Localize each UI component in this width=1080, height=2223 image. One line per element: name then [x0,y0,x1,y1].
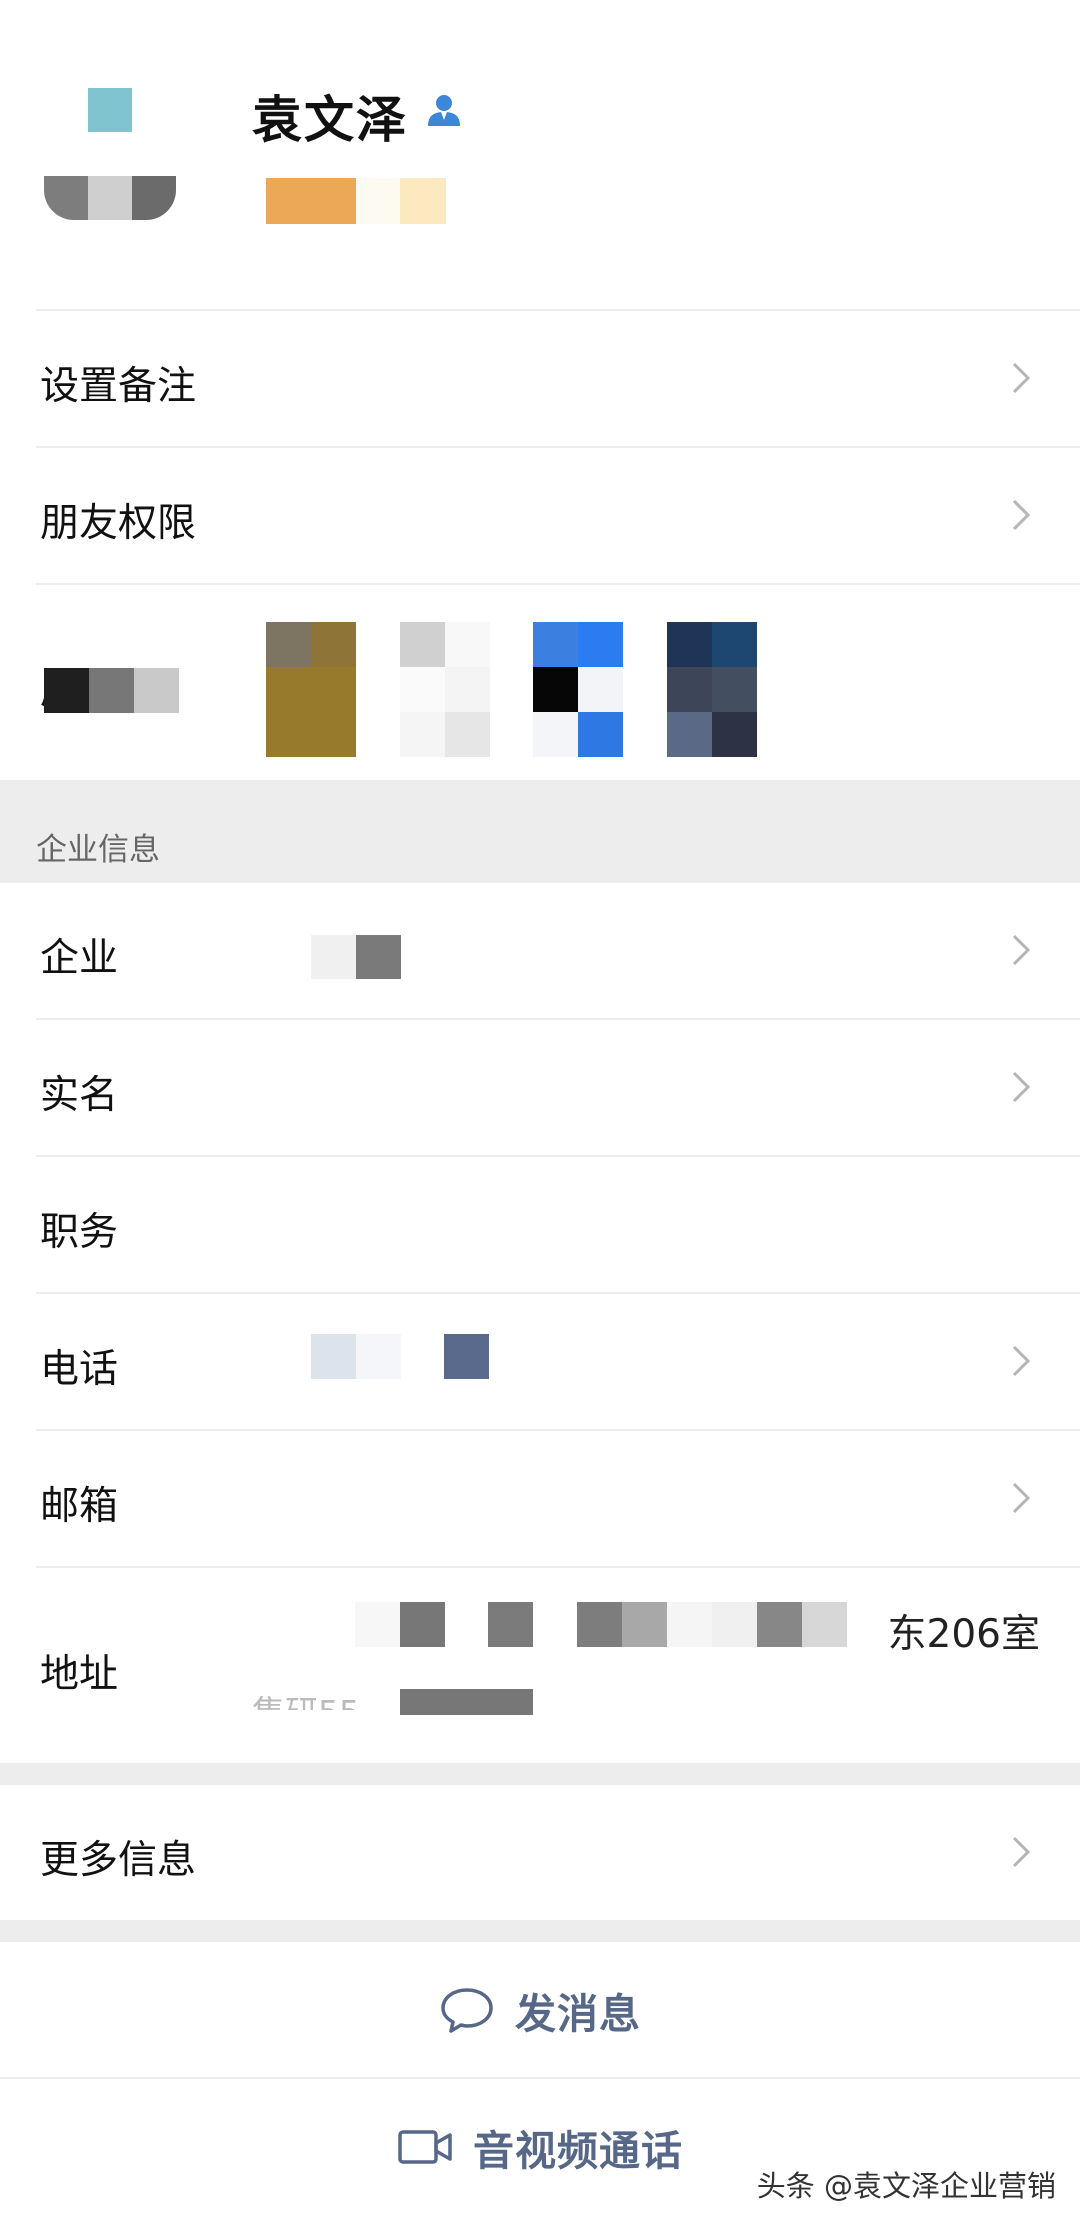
video-camera-icon [397,2127,453,2167]
chat-bubble-icon [439,1985,495,2035]
realname-row[interactable]: 实名 [0,1020,1080,1155]
more-info-row[interactable]: 更多信息 [0,1785,1080,1920]
address-value-blur [355,1602,905,1647]
verified-person-icon [424,90,464,130]
moments-thumbnail [667,622,757,757]
address-visible-fragment: 东206室 [887,1612,1040,1657]
friend-permission-row[interactable]: 朋友权限 [0,448,1080,583]
send-message-button[interactable]: 发消息 [0,1942,1080,2077]
avatar[interactable] [40,80,180,230]
moments-thumbnail [400,622,490,757]
company-value-blur [311,935,401,979]
chevron-right-icon [1000,1341,1040,1381]
av-call-label: 音视频通话 [473,2126,683,2175]
enterprise-section-title: 企业信息 [36,832,160,868]
friend-permission-label: 朋友权限 [40,501,197,546]
address-row: 地址 东206室 集研55 [0,1568,1080,1763]
company-label: 企业 [40,936,119,981]
address-second-line-blur [400,1689,533,1715]
profile-blurred-info [266,178,446,224]
phone-label: 电话 [40,1347,119,1392]
email-label: 邮箱 [40,1484,119,1529]
set-remark-row[interactable]: 设置备注 [0,311,1080,446]
chevron-right-icon [1000,1067,1040,1107]
send-message-label: 发消息 [515,1989,641,2038]
chevron-right-icon [1000,1478,1040,1518]
company-row[interactable]: 企业 [0,883,1080,1018]
more-info-label: 更多信息 [40,1838,197,1883]
moments-row[interactable]: 朋 [0,585,1080,780]
moments-thumbnail [266,622,356,757]
set-remark-label: 设置备注 [40,364,197,409]
chevron-right-icon [1000,358,1040,398]
moments-thumbnail [533,622,623,757]
realname-label: 实名 [40,1073,119,1118]
position-label: 职务 [40,1210,119,1255]
chevron-right-icon [1000,930,1040,970]
moments-label-blur [44,668,179,713]
watermark: 头条 @袁文泽企业营销 [756,2169,1056,2203]
phone-row[interactable]: 电话 [0,1294,1080,1429]
chevron-right-icon [1000,495,1040,535]
profile-header: 袁文泽 [0,0,1080,310]
address-label: 地址 [40,1652,119,1697]
profile-name: 袁文泽 [252,91,408,149]
position-row: 职务 [0,1157,1080,1292]
email-row[interactable]: 邮箱 [0,1431,1080,1566]
address-second-line-fragment: 集研55 [252,1686,360,1710]
chevron-right-icon [1000,1832,1040,1872]
enterprise-section-header: 企业信息 [0,780,1080,883]
phone-value-blur [311,1334,491,1379]
